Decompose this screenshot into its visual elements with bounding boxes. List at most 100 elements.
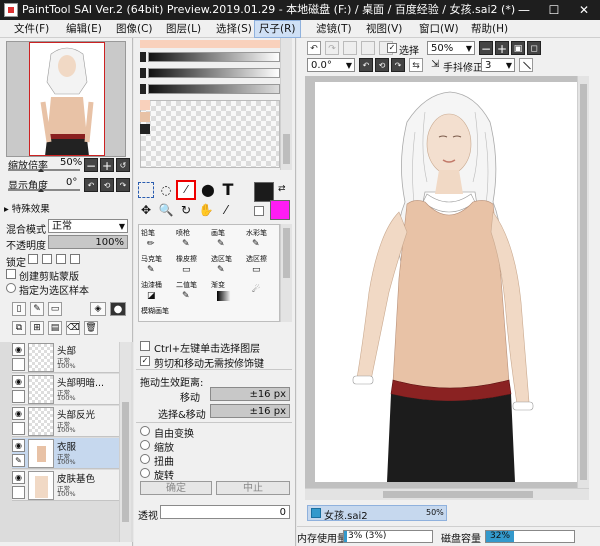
scale-radio[interactable] (140, 440, 150, 450)
menu-layer[interactable]: 图层(L) (162, 20, 205, 38)
primary-color-swatch[interactable] (254, 182, 274, 202)
clip-mask-checkbox[interactable] (6, 269, 16, 279)
menu-window[interactable]: 窗口(W) (415, 20, 463, 38)
zoom-out-button[interactable]: − (84, 158, 98, 173)
canvas-rotate-right-icon[interactable]: ↷ (391, 58, 405, 72)
erase-layer-icon[interactable]: ⌫ (66, 321, 80, 335)
zoom-reset-button[interactable]: ↺ (116, 158, 130, 172)
lock-transparency-checkbox[interactable] (28, 254, 38, 264)
canvas-zoom-out-button[interactable]: − (479, 41, 493, 56)
tool-select-pen[interactable]: 选区笔 (209, 253, 243, 265)
canvas-viewport[interactable] (305, 76, 589, 488)
lock-toggle[interactable] (12, 390, 25, 403)
menu-view[interactable]: 视图(V) (362, 20, 406, 38)
lock-toggle[interactable] (12, 422, 25, 435)
layer-item[interactable]: ◉ 皮肤基色 正常 100% (12, 470, 130, 501)
layer-item[interactable]: ◉ 头部 正常 100% (12, 342, 130, 373)
layer-item[interactable]: ◉ 头部反光 正常 100% (12, 406, 130, 437)
fit-window-icon[interactable]: ▣ (511, 41, 525, 55)
cancel-button[interactable]: 中止 (216, 481, 290, 495)
tool-brush[interactable]: 画笔 (209, 227, 243, 239)
rotate-reset-button[interactable]: ⟲ (100, 178, 114, 192)
zoom-in-button[interactable]: + (100, 158, 114, 173)
tool-binary-pen[interactable]: 二值笔 (174, 279, 208, 291)
swatch[interactable] (140, 124, 150, 134)
flip-horizontal-icon[interactable]: ⇆ (409, 58, 423, 72)
confirm-button[interactable]: 确定 (140, 481, 212, 495)
free-transform-radio[interactable] (140, 426, 150, 436)
select-move-distance-slider[interactable]: ±16 px (210, 404, 290, 418)
lock-paint-checkbox[interactable] (42, 254, 52, 264)
layer-item-selected[interactable]: ◉ ✎ 衣服 正常 100% (12, 438, 130, 469)
zoom-icon[interactable]: 🔍 (158, 202, 174, 218)
value-slider-1[interactable] (148, 52, 280, 62)
stabilizer-select[interactable]: 3 ▼ (481, 58, 515, 72)
lasso-icon[interactable]: ◌ (158, 182, 174, 198)
secondary-color-swatch[interactable] (270, 200, 290, 220)
move-icon[interactable]: ✥ (138, 202, 154, 218)
selection-sample-radio[interactable] (6, 283, 16, 293)
lock-toggle[interactable] (12, 486, 25, 499)
menu-filter[interactable]: 滤镜(T) (312, 20, 356, 38)
tool-watercolor[interactable]: 水彩笔 (244, 227, 278, 239)
magic-wand-icon[interactable]: ⁄ (176, 180, 196, 200)
lock-move-checkbox[interactable] (56, 254, 66, 264)
document-tab[interactable]: 女孩.sai2 50% (307, 505, 447, 522)
redo-icon[interactable]: ↷ (325, 41, 339, 55)
deselect-icon[interactable] (343, 41, 357, 55)
color-scroll-thumb[interactable] (283, 134, 290, 164)
canvas-rotate-left-icon[interactable]: ↶ (359, 58, 373, 72)
tool-pencil[interactable]: 铅笔 (139, 227, 173, 239)
tool-gradient[interactable]: 渐变 (209, 279, 243, 291)
menu-ruler[interactable]: 尺子(R) (254, 20, 301, 38)
straight-line-icon[interactable] (519, 58, 533, 72)
layer-list-scrollbar[interactable] (119, 342, 131, 542)
eye-icon[interactable]: ◉ (12, 439, 25, 452)
ctrl-select-checkbox[interactable] (140, 341, 150, 351)
angle-slider-handle[interactable] (38, 188, 44, 192)
maximize-button[interactable]: ☐ (540, 0, 568, 20)
special-effects-header[interactable]: ▸ 特殊效果 (4, 201, 50, 215)
distort-radio[interactable] (140, 454, 150, 464)
rect-select-icon[interactable] (138, 182, 154, 198)
layer-effect-icon[interactable]: ◈ (90, 302, 106, 316)
rotate-right-button[interactable]: ↷ (116, 178, 130, 192)
text-tool-icon[interactable]: T (220, 180, 236, 200)
menu-help[interactable]: 帮助(H) (467, 20, 512, 38)
color-strip[interactable] (140, 40, 280, 48)
eye-icon[interactable]: ◉ (12, 407, 25, 420)
rotate-icon[interactable]: ↻ (178, 202, 194, 218)
value-slider-2[interactable] (148, 68, 280, 78)
tool-grid-scroll-thumb[interactable] (283, 228, 290, 278)
swatch[interactable] (140, 100, 150, 110)
merge-down-icon[interactable]: ⊞ (30, 321, 44, 335)
layer-scroll-thumb[interactable] (122, 402, 129, 522)
rotate-radio[interactable] (140, 468, 150, 478)
transparency-input[interactable]: 0 (160, 505, 290, 519)
layer-item[interactable]: ◉ 头部明暗... 正常 100% (12, 374, 130, 405)
navigator-preview[interactable] (6, 41, 126, 157)
tool-eraser[interactable]: 橡皮擦 (174, 253, 208, 265)
delete-layer-icon[interactable]: 🗑 (84, 321, 98, 335)
color-panel-scrollbar[interactable] (280, 38, 292, 170)
selection-visible-checkbox[interactable]: ✓ (387, 43, 397, 53)
actual-size-icon[interactable]: ◻ (527, 41, 541, 55)
zoom-slider-handle[interactable] (38, 168, 44, 172)
swatch[interactable] (140, 112, 150, 122)
layer-mask-icon[interactable]: ● (110, 302, 126, 316)
canvas-hscroll-thumb[interactable] (383, 491, 533, 498)
canvas-horizontal-scrollbar[interactable] (305, 488, 589, 500)
tool-blur-brush[interactable]: 模糊画笔 (139, 305, 173, 317)
canvas-rotate-reset-icon[interactable]: ⟲ (375, 58, 389, 72)
minimize-button[interactable]: — (510, 0, 538, 20)
rotate-left-button[interactable]: ↶ (84, 178, 98, 192)
pen-icon[interactable]: ✎ (12, 454, 25, 467)
tool-select-eraser[interactable]: 选区擦 (244, 253, 278, 265)
canvas-angle-select[interactable]: 0.0° ▼ (307, 58, 355, 72)
cut-move-checkbox[interactable]: ✓ (140, 356, 150, 366)
menu-edit[interactable]: 编辑(E) (62, 20, 106, 38)
navigator-viewport-frame[interactable] (29, 42, 105, 156)
blend-mode-select[interactable]: 正常 ▼ (48, 219, 128, 233)
tool-airbrush[interactable]: 喷枪 (174, 227, 208, 239)
artwork-canvas[interactable] (315, 82, 579, 482)
